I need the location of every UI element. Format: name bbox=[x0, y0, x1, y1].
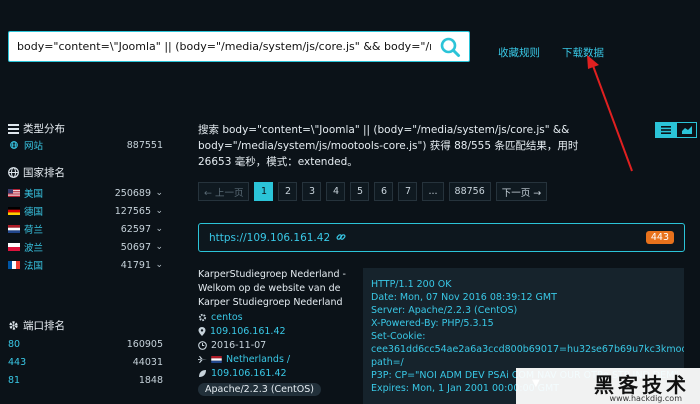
country-item-us[interactable]: 美国 250689 ⌄ bbox=[8, 184, 163, 202]
country-item-nl[interactable]: 荷兰 62597 ⌄ bbox=[8, 220, 163, 238]
result-title: KarperStudiegroep Nederland - Welkom op … bbox=[198, 269, 346, 308]
chart-view-button[interactable] bbox=[676, 122, 697, 138]
next-page-button[interactable]: 下一页 → bbox=[495, 182, 548, 201]
last-page-button[interactable]: 88756 bbox=[448, 182, 491, 201]
us-flag-icon bbox=[8, 189, 20, 197]
port-ranking-title: 端口排名 bbox=[8, 318, 163, 333]
search-button[interactable] bbox=[431, 32, 469, 61]
country-item-fr[interactable]: 法国 41791 ⌄ bbox=[8, 256, 163, 274]
chevron-down-icon[interactable]: ⌄ bbox=[151, 242, 163, 252]
response-line: Server: Apache/2.2.3 (CentOS) bbox=[371, 305, 518, 316]
type-distribution-title: 类型分布 bbox=[8, 121, 163, 136]
page-button[interactable]: 6 bbox=[374, 182, 394, 201]
response-line: X-Powered-By: PHP/5.3.15 bbox=[371, 318, 494, 329]
result-host[interactable]: 109.106.161.42 bbox=[198, 366, 358, 380]
list-icon bbox=[660, 126, 671, 134]
clock-icon bbox=[198, 340, 207, 350]
country-item-pl[interactable]: 波兰 50697 ⌄ bbox=[8, 238, 163, 256]
pl-flag-icon bbox=[8, 243, 20, 251]
server-tag[interactable]: Apache/2.2.3 (CentOS) bbox=[198, 383, 321, 396]
port-item[interactable]: 80 160905 bbox=[8, 335, 163, 353]
globe-icon bbox=[8, 167, 19, 178]
prev-page-button[interactable]: ← 上一页 bbox=[198, 182, 250, 201]
result-date: 2016-11-07 bbox=[198, 338, 358, 352]
globe-icon bbox=[10, 141, 18, 149]
result-summary: 搜索 body="content=\"Joomla" || (body="/me… bbox=[198, 124, 579, 168]
rules-link[interactable]: 收藏规则 bbox=[498, 45, 540, 60]
nl-flag-icon bbox=[8, 225, 20, 233]
list-view-button[interactable] bbox=[655, 122, 676, 138]
page-ellipsis: ... bbox=[422, 182, 444, 201]
plane-icon bbox=[198, 355, 207, 363]
page-button[interactable]: 2 bbox=[278, 182, 298, 201]
chevron-down-icon[interactable]: ⌄ bbox=[151, 224, 163, 234]
link-icon bbox=[336, 233, 346, 240]
gear-icon bbox=[198, 313, 207, 321]
search-input[interactable]: body="content=\"Joomla" || (body="/media… bbox=[9, 32, 431, 61]
de-flag-icon bbox=[8, 207, 20, 215]
page-button[interactable]: 4 bbox=[326, 182, 346, 201]
type-item[interactable]: 网站 887551 bbox=[8, 136, 163, 154]
result-ip[interactable]: 109.106.161.42 bbox=[198, 324, 358, 338]
page-button[interactable]: 1 bbox=[254, 182, 274, 201]
port-badge: 443 bbox=[645, 231, 674, 244]
search-icon bbox=[440, 37, 460, 57]
port-item[interactable]: 443 44031 bbox=[8, 353, 163, 371]
pagination: ← 上一页 1 2 3 4 5 6 7 ... 88756 下一页 → bbox=[198, 182, 548, 201]
watermark: 黑客技术 www.hackdig.com bbox=[516, 368, 700, 404]
area-chart-icon bbox=[681, 126, 692, 134]
gear-icon bbox=[9, 321, 18, 330]
result-url-link[interactable]: https://109.106.161.42 bbox=[209, 232, 646, 244]
watermark-url: www.hackdig.com bbox=[609, 394, 682, 403]
fr-flag-icon bbox=[8, 261, 20, 269]
response-line: cee361dd6cc54ae2a6a3ccd800b69017=hu32se6… bbox=[371, 344, 684, 355]
result-country[interactable]: Netherlands / bbox=[198, 352, 358, 366]
view-toggle bbox=[655, 122, 697, 138]
page-button[interactable]: 5 bbox=[350, 182, 370, 201]
response-line: HTTP/1.1 200 OK bbox=[371, 279, 452, 290]
response-line: Set-Cookie: bbox=[371, 331, 426, 342]
country-ranking: 国家排名 美国 250689 ⌄ 德国 127565 ⌄ 荷兰 62597 ⌄ … bbox=[8, 165, 163, 274]
page-button[interactable]: 3 bbox=[302, 182, 322, 201]
search-box: body="content=\"Joomla" || (body="/media… bbox=[8, 31, 470, 62]
chevron-down-icon[interactable]: ⌄ bbox=[151, 206, 163, 216]
result-url-bar: https://109.106.161.42 443 bbox=[198, 223, 685, 252]
result-info: KarperStudiegroep Nederland - Welkom op … bbox=[198, 268, 358, 396]
map-pin-icon bbox=[198, 326, 206, 336]
port-ranking: 端口排名 80 160905 443 44031 81 1848 bbox=[8, 318, 163, 389]
country-ranking-title: 国家排名 bbox=[8, 165, 163, 180]
list-icon bbox=[8, 123, 19, 134]
chevron-down-icon[interactable]: ⌄ bbox=[151, 188, 163, 198]
port-item[interactable]: 81 1848 bbox=[8, 371, 163, 389]
leaf-icon bbox=[199, 369, 206, 377]
result-tag[interactable]: centos bbox=[198, 310, 358, 324]
type-distribution: 类型分布 网站 887551 bbox=[8, 121, 163, 154]
nl-flag-icon bbox=[211, 355, 222, 363]
country-item-de[interactable]: 德国 127565 ⌄ bbox=[8, 202, 163, 220]
chevron-down-icon[interactable]: ⌄ bbox=[151, 260, 163, 270]
page-button[interactable]: 7 bbox=[398, 182, 418, 201]
response-line: Date: Mon, 07 Nov 2016 08:39:12 GMT bbox=[371, 292, 557, 303]
